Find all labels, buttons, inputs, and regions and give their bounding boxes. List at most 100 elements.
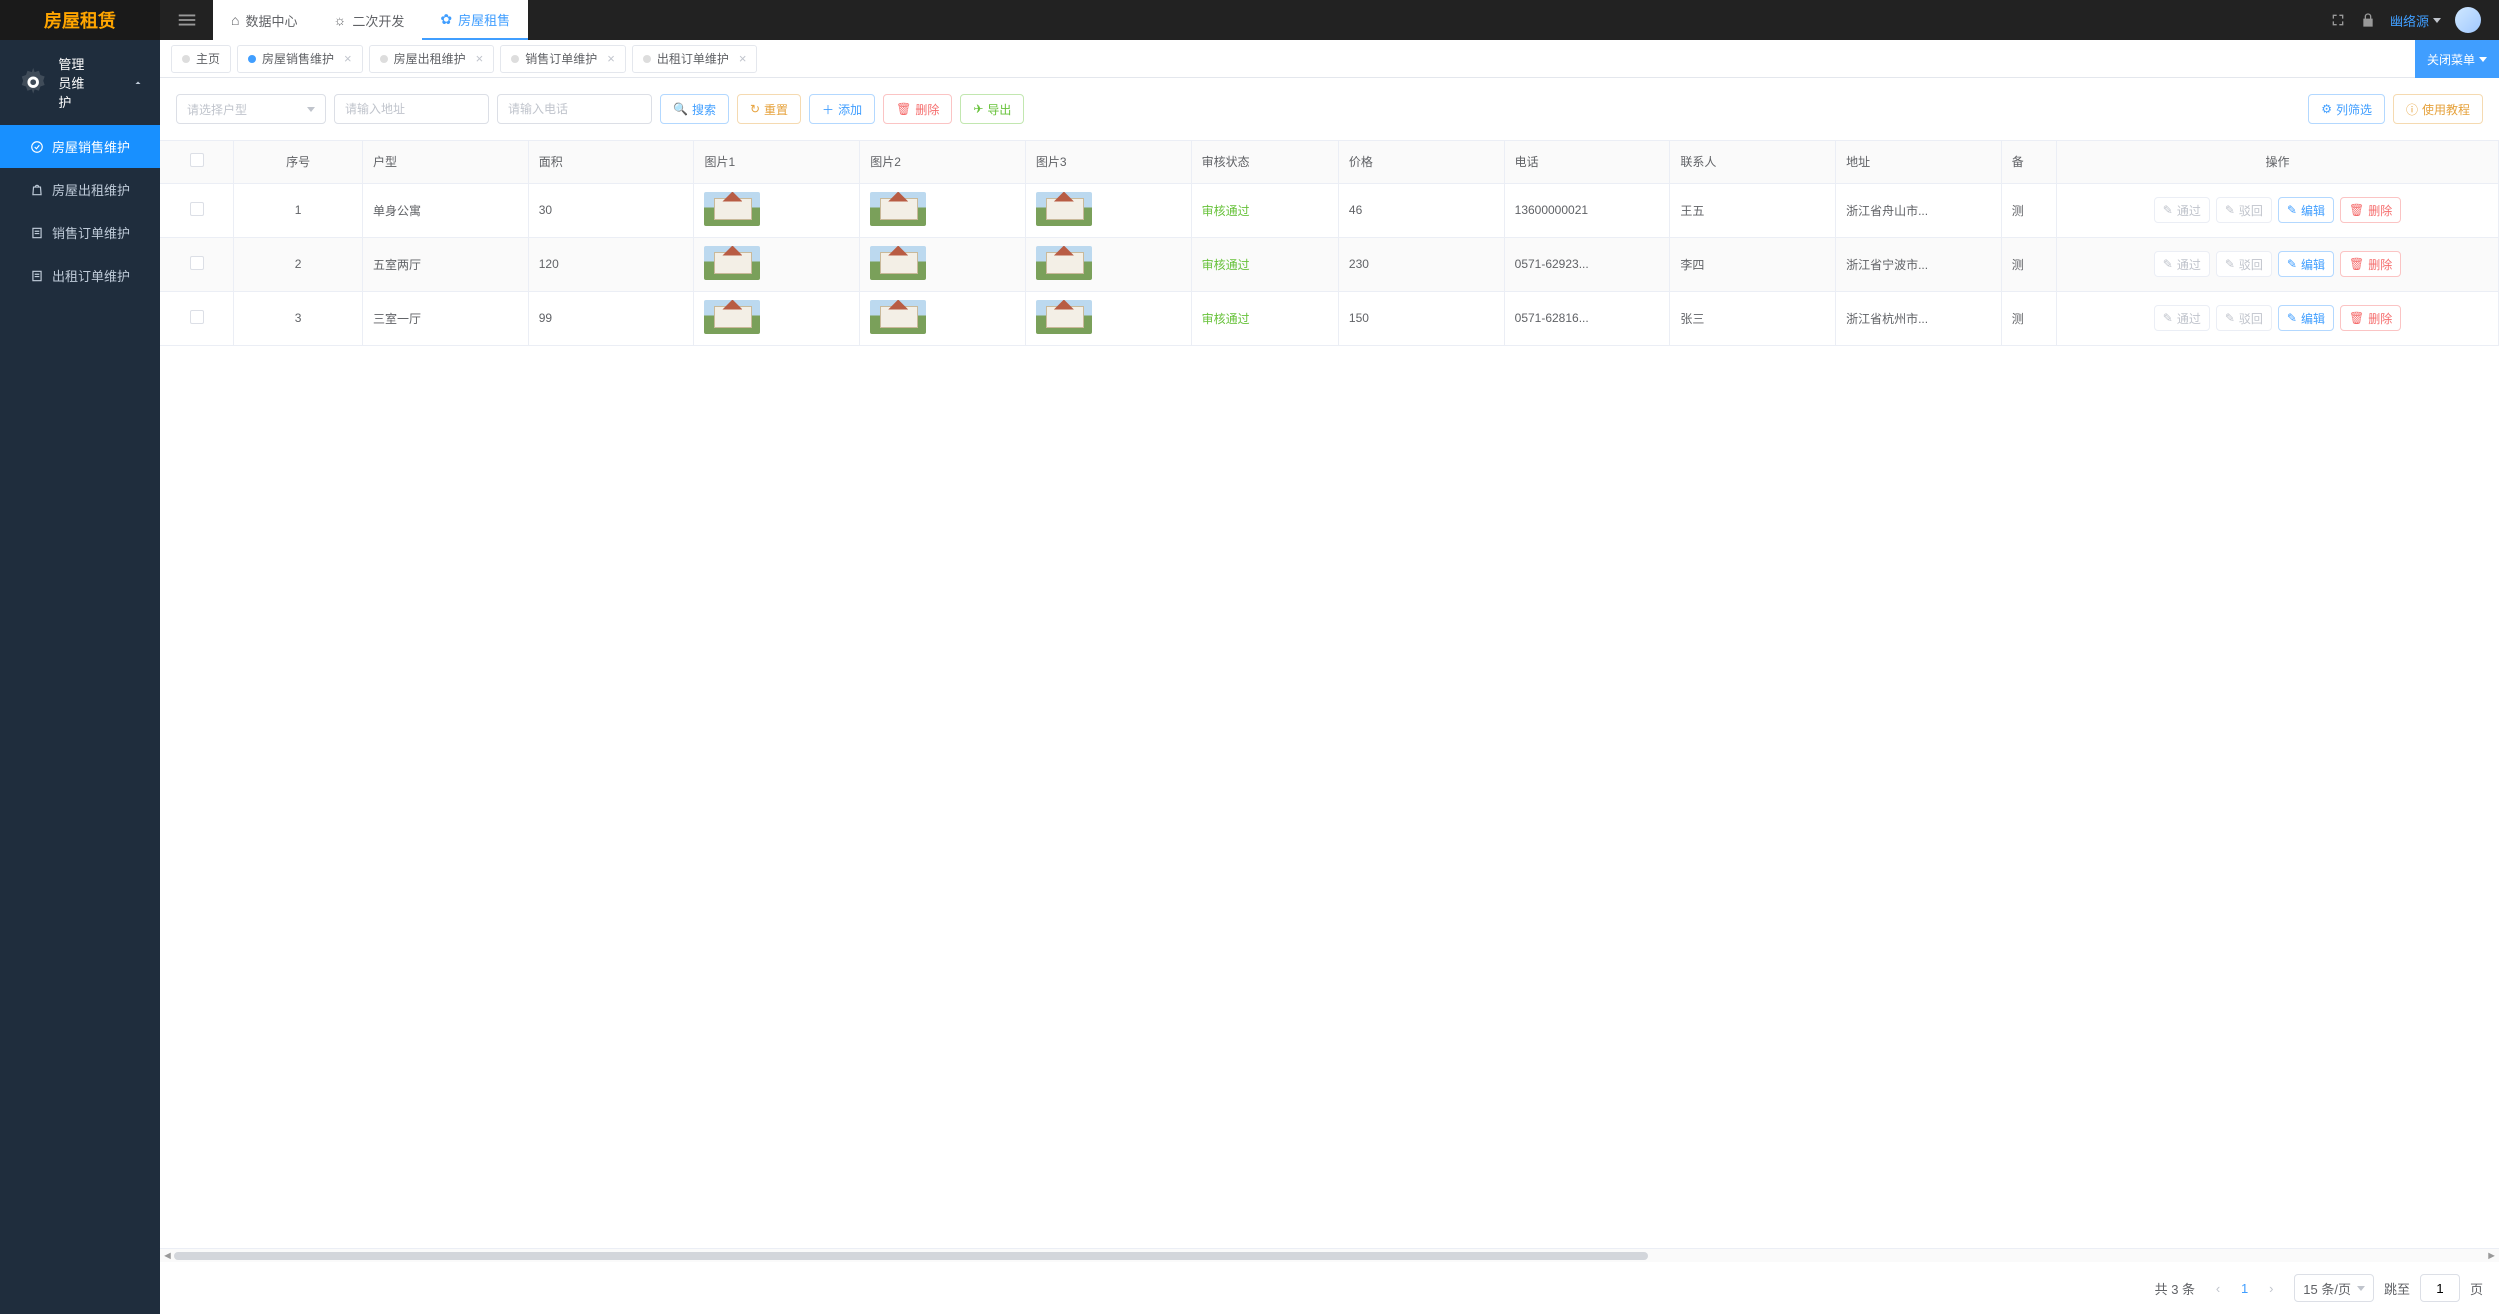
avatar[interactable] — [2455, 7, 2481, 33]
pagination-next[interactable]: › — [2258, 1275, 2284, 1301]
delete-button[interactable]: 🗑 删除 — [883, 94, 952, 124]
edit-button[interactable]: ✎ 编辑 — [2278, 305, 2334, 331]
horizontal-scrollbar[interactable]: ◄ ► — [160, 1248, 2499, 1262]
sidebar-item-rent[interactable]: 房屋出租维护 — [0, 168, 160, 211]
sidebar-group-admin[interactable]: 管理员维护 — [0, 40, 160, 125]
cell-img2 — [860, 183, 1026, 237]
sidebar-item-label: 房屋销售维护 — [52, 137, 130, 156]
select-all-checkbox[interactable] — [190, 153, 204, 167]
house-thumbnail[interactable] — [1036, 192, 1092, 226]
house-thumbnail[interactable] — [704, 192, 760, 226]
th-contact: 联系人 — [1670, 141, 1836, 183]
house-thumbnail[interactable] — [704, 300, 760, 334]
cell-area: 30 — [528, 183, 694, 237]
house-thumbnail[interactable] — [870, 300, 926, 334]
tab-dot-icon — [511, 55, 519, 63]
chevron-down-icon — [307, 107, 315, 112]
pagination-jump-input[interactable] — [2420, 1274, 2460, 1302]
sidebar-item-label: 出租订单维护 — [52, 266, 130, 285]
top-tab-data-center[interactable]: ⌂ 数据中心 — [213, 0, 315, 40]
cell-idx: 2 — [234, 237, 363, 291]
close-icon[interactable]: × — [344, 51, 352, 66]
filter-address-input[interactable] — [334, 94, 489, 124]
cell-type: 五室两厅 — [363, 237, 529, 291]
search-button[interactable]: 🔍 搜索 — [660, 94, 729, 124]
pagination-total: 共 3 条 — [2155, 1279, 2195, 1298]
row-checkbox[interactable] — [190, 310, 204, 324]
page-tab-home[interactable]: 主页 — [171, 45, 231, 73]
edit-icon: ✎ — [2163, 203, 2173, 217]
lock-icon[interactable] — [2360, 12, 2376, 28]
gear-icon: ⚙ — [2321, 102, 2332, 116]
th-phone: 电话 — [1504, 141, 1670, 183]
approve-button: ✎ 通过 — [2154, 197, 2210, 223]
cell-contact: 王五 — [1670, 183, 1836, 237]
cell-status: 审核通过 — [1191, 237, 1338, 291]
top-tab-dev[interactable]: ☼ 二次开发 — [315, 0, 422, 40]
refresh-icon: ↻ — [750, 102, 760, 116]
house-thumbnail[interactable] — [870, 246, 926, 280]
close-icon[interactable]: × — [607, 51, 615, 66]
scrollbar-thumb[interactable] — [174, 1252, 1648, 1260]
export-label: 导出 — [987, 101, 1011, 118]
filter-type-select[interactable]: 请选择户型 — [176, 94, 326, 124]
sidebar-item-sale[interactable]: 房屋销售维护 — [0, 125, 160, 168]
note-icon — [30, 269, 44, 283]
sidebar-toggle[interactable] — [160, 0, 213, 40]
cell-idx: 1 — [234, 183, 363, 237]
pagination-prev[interactable]: ‹ — [2205, 1275, 2231, 1301]
close-all-tabs-button[interactable]: 关闭菜单 — [2415, 40, 2499, 78]
chevron-down-icon — [2433, 18, 2441, 23]
house-thumbnail[interactable] — [1036, 300, 1092, 334]
house-thumbnail[interactable] — [704, 246, 760, 280]
close-icon[interactable]: × — [476, 51, 484, 66]
top-tab-rental[interactable]: ✿ 房屋租售 — [422, 0, 528, 40]
page-tab-sale[interactable]: 房屋销售维护 × — [237, 45, 363, 73]
row-checkbox[interactable] — [190, 256, 204, 270]
house-thumbnail[interactable] — [870, 192, 926, 226]
pagination-size-select[interactable]: 15 条/页 — [2294, 1274, 2374, 1302]
column-filter-button[interactable]: ⚙ 列筛选 — [2308, 94, 2385, 124]
tutorial-label: 使用教程 — [2422, 101, 2470, 118]
page-tab-rent[interactable]: 房屋出租维护 × — [369, 45, 495, 73]
tutorial-button[interactable]: ⓘ 使用教程 — [2393, 94, 2483, 124]
header-right: 幽络源 — [2330, 0, 2499, 40]
page-tab-rent-order[interactable]: 出租订单维护 × — [632, 45, 758, 73]
page-tab-sale-order[interactable]: 销售订单维护 × — [500, 45, 626, 73]
row-delete-button[interactable]: 🗑 删除 — [2340, 197, 2401, 223]
delete-label: 删除 — [915, 101, 939, 118]
brand-logo: 房屋租赁 — [0, 0, 160, 40]
edit-button[interactable]: ✎ 编辑 — [2278, 197, 2334, 223]
content: 请选择户型 🔍 搜索 ↻ 重置 ＋ 添加 — [160, 78, 2499, 1314]
filter-phone-input[interactable] — [497, 94, 652, 124]
close-icon[interactable]: × — [739, 51, 747, 66]
home-icon: ⌂ — [231, 12, 239, 28]
scroll-left-icon[interactable]: ◄ — [162, 1250, 173, 1262]
approve-button: ✎ 通过 — [2154, 305, 2210, 331]
row-delete-button[interactable]: 🗑 删除 — [2340, 251, 2401, 277]
user-menu[interactable]: 幽络源 — [2390, 11, 2441, 30]
sidebar-item-sale-order[interactable]: 销售订单维护 — [0, 211, 160, 254]
reset-button[interactable]: ↻ 重置 — [737, 94, 801, 124]
export-button[interactable]: ✈ 导出 — [960, 94, 1024, 124]
sidebar-item-rent-order[interactable]: 出租订单维护 — [0, 254, 160, 297]
chevron-up-icon — [132, 77, 144, 89]
house-thumbnail[interactable] — [1036, 246, 1092, 280]
cell-price: 230 — [1338, 237, 1504, 291]
pagination-page-suffix: 页 — [2470, 1279, 2483, 1298]
top-tab-label: 房屋租售 — [458, 10, 510, 29]
scroll-right-icon[interactable]: ► — [2486, 1250, 2497, 1262]
cell-img1 — [694, 183, 860, 237]
add-button[interactable]: ＋ 添加 — [809, 94, 875, 124]
row-delete-button[interactable]: 🗑 删除 — [2340, 305, 2401, 331]
page-tab-label: 房屋出租维护 — [394, 50, 466, 67]
edit-button[interactable]: ✎ 编辑 — [2278, 251, 2334, 277]
fullscreen-icon[interactable] — [2330, 12, 2346, 28]
reject-button: ✎ 驳回 — [2216, 305, 2272, 331]
pagination-page-1[interactable]: 1 — [2241, 1281, 2248, 1296]
trash-icon: 🗑 — [2349, 203, 2364, 217]
row-checkbox[interactable] — [190, 202, 204, 216]
table-scroll[interactable]: 序号 户型 面积 图片1 图片2 图片3 审核状态 价格 电话 联系人 地址 — [160, 140, 2499, 1248]
cell-img3 — [1025, 237, 1191, 291]
data-table: 序号 户型 面积 图片1 图片2 图片3 审核状态 价格 电话 联系人 地址 — [160, 141, 2499, 346]
